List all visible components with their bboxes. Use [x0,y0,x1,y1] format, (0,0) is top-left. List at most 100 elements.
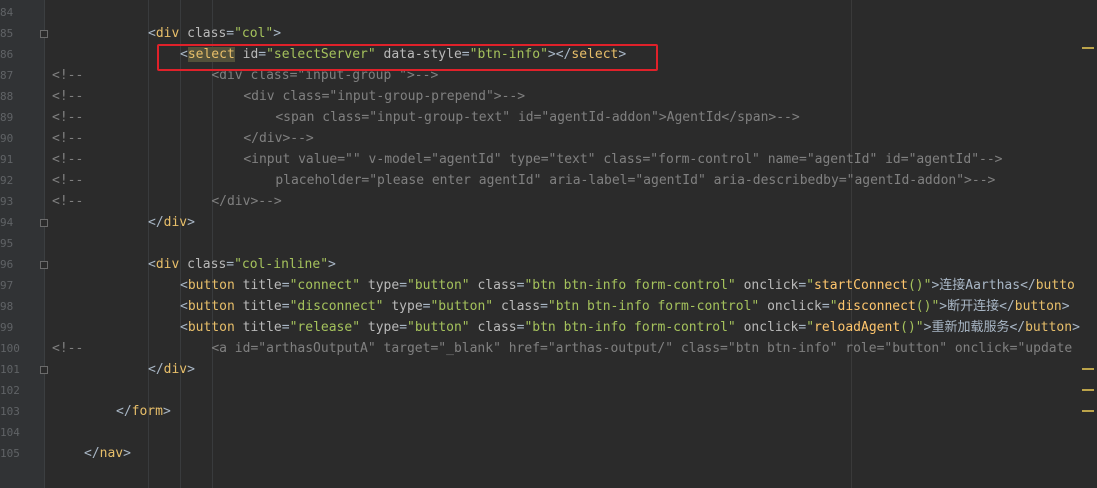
code-token: ()" [900,320,924,335]
code-token: type [367,278,400,293]
line-number: 105 [0,447,20,460]
scrollbar-strip[interactable] [1082,0,1097,488]
line-number: 96 [0,258,14,271]
code-token: button [1014,299,1062,314]
fold-icon[interactable] [40,219,48,227]
code-line[interactable]: <!-- placeholder="please enter agentId" a… [52,170,995,191]
line-number: 88 [0,90,14,103]
fold-icon[interactable] [40,261,48,269]
comment-prefix: <!-- [52,194,84,209]
code-token: "btn btn-info form-control" [547,299,760,314]
code-token: > [328,257,336,272]
code-token: = [399,320,408,335]
code-token: "btn btn-info form-control" [524,278,736,293]
code-token: > [1072,320,1080,335]
code-token: button [187,278,235,293]
code-token: > [162,404,171,419]
comment-prefix: <!-- [52,341,84,356]
warning-marker[interactable] [1082,410,1094,412]
code-token: </ [116,404,132,419]
code-token: type [367,320,400,335]
code-token: "disconnect" [289,299,384,314]
code-token: = [281,278,290,293]
code-line[interactable]: <!-- </div>--> [52,128,314,149]
code-token: <div class="input-group-prepend">--> [243,89,526,104]
red-highlight-box [157,44,658,71]
line-number: 92 [0,174,14,187]
code-line[interactable]: <div class="col-inline"> [52,254,336,275]
code-area[interactable]: <div class="col"> <select id="selectServe… [52,0,1087,488]
code-line[interactable]: <!-- <a id="arthasOutputA" target="_blank… [52,338,1072,359]
code-token: "connect" [289,278,361,293]
fold-icon[interactable] [40,30,48,38]
code-token: = [281,299,290,314]
code-token: class [477,320,517,335]
code-line[interactable]: </nav> [52,443,131,464]
code-token: <a id="arthasOutputA" target="_blank" hr… [211,341,1073,356]
code-token: </ [84,446,100,461]
fold-icon[interactable] [40,366,48,374]
code-line[interactable]: <!-- <div class="input-group-prepend">--> [52,86,525,107]
line-number: 102 [0,384,20,397]
code-line[interactable]: </form> [52,401,171,422]
code-editor[interactable]: 84 85 86 87 88 89 90 91 92 93 94 95 96 97 98 99 100 101 10… [0,0,1097,488]
code-token: div [155,257,180,272]
code-line[interactable]: <!-- <span class="input-group-text" id="a… [52,107,800,128]
line-number: 93 [0,195,14,208]
code-token: "col-inline" [234,257,329,272]
code-line[interactable]: <button title="release" type="button" cl… [52,317,1080,338]
code-token: class [187,26,227,41]
code-token: onclick [743,278,799,293]
code-token: form [131,404,163,419]
code-token: >重新加载服务</ [923,320,1026,335]
code-line[interactable]: <button title="connect" type="button" cl… [52,275,1075,296]
code-line[interactable]: <!-- <input value="" v-model="agentId" ty… [52,149,1003,170]
code-token: </ [148,362,164,377]
code-token: </div>--> [211,194,282,209]
code-token: "button" [430,299,494,314]
line-number: 101 [0,363,20,376]
code-token: button [1025,320,1073,335]
line-number: 90 [0,132,14,145]
code-token: "button" [407,278,470,293]
code-token: "release" [289,320,361,335]
code-token: onclick [767,299,822,314]
code-token: < [180,299,188,314]
code-token: reloadAgent [814,320,901,335]
code-token: > [187,362,195,377]
line-number: 95 [0,237,14,250]
line-number: 91 [0,153,14,166]
code-token: ()" [907,278,932,293]
code-token: onclick [743,320,799,335]
comment-prefix: <!-- [52,131,84,146]
comment-prefix: <!-- [52,68,84,83]
line-number: 89 [0,111,14,124]
code-token: title [242,278,282,293]
warning-marker[interactable] [1082,368,1094,370]
code-token: = [226,26,235,41]
code-token: " [829,299,838,314]
code-line[interactable]: <div class="col"> [52,23,281,44]
code-token: " [806,278,815,293]
code-token: = [226,257,235,272]
code-line[interactable]: <button title="disconnect" type="button"… [52,296,1070,317]
code-token: = [821,299,830,314]
code-token: <input value="" v-model="agentId" type="… [243,152,1003,167]
warning-marker[interactable] [1082,389,1094,391]
code-line[interactable]: </div> [52,359,195,380]
code-token: = [399,278,408,293]
code-token: > [273,26,282,41]
code-token: > [1061,299,1070,314]
warning-marker[interactable] [1082,47,1094,49]
code-token: < [148,257,156,272]
code-line[interactable]: <!-- </div>--> [52,191,282,212]
code-token: "button" [407,320,470,335]
code-token: class [477,278,517,293]
code-line[interactable]: </div> [52,212,195,233]
